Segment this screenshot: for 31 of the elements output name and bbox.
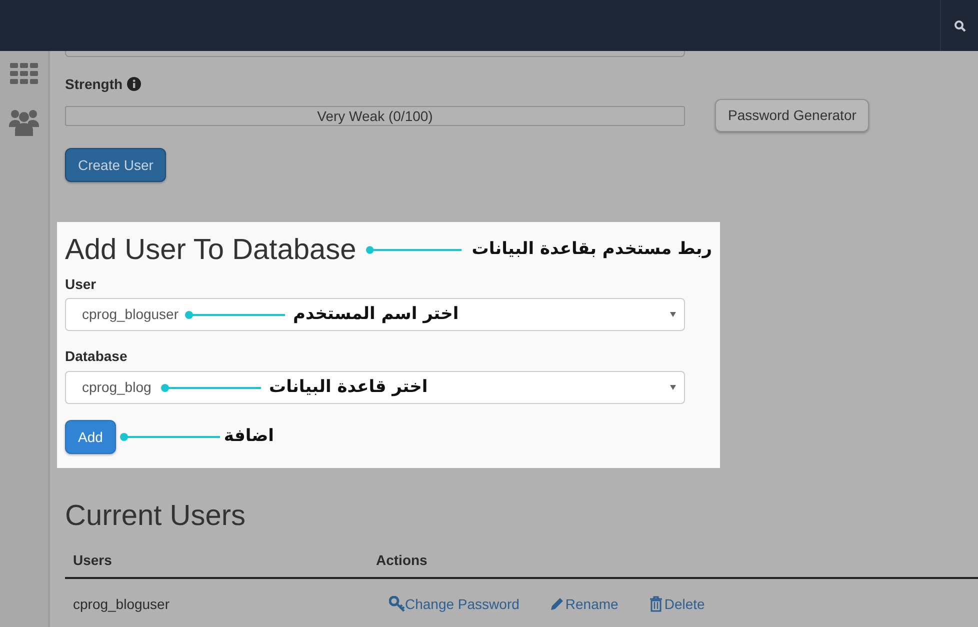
delete-link[interactable]: Delete [648,594,705,614]
create-user-button[interactable]: Create User [65,148,166,182]
password-link[interactable]: Change Password [389,594,520,614]
password-generator-button[interactable]: Password Generator [715,99,870,132]
callout-text: اختر اسم المستخدم [293,302,459,326]
rename-link[interactable]: Rename [549,594,618,614]
callout-text: اختر قاعدة البيانات [269,376,428,399]
column-header: Users [72,551,113,570]
info-icon[interactable] [126,77,141,91]
input-field[interactable] [65,51,685,57]
field-label: Database [65,347,128,366]
meter-reading: Very Weak (0/100) [316,106,434,124]
callout-text: ربط مستخدم بقاعدة البيانات [472,238,712,262]
table-cell-text: cprog_bloguser [72,594,171,614]
search-icon[interactable] [954,20,966,32]
pencil-icon [549,596,566,612]
grid-icon[interactable] [10,63,38,84]
key-icon [389,596,405,612]
trash-icon [648,596,664,612]
caret-icon [670,312,676,317]
add-button[interactable]: Add [65,420,116,454]
callout-text: اضافة [224,425,274,448]
column-header: Actions [376,551,428,570]
field-label: User [65,275,98,294]
select-value: cprog_blog [82,378,152,397]
section-title: Add User To Database [65,233,356,268]
caret-icon [670,385,676,390]
section-title: Current Users [65,499,246,534]
field-label: Strength [65,75,123,94]
select-value: cprog_bloguser [82,305,179,324]
users-icon[interactable] [9,108,39,136]
